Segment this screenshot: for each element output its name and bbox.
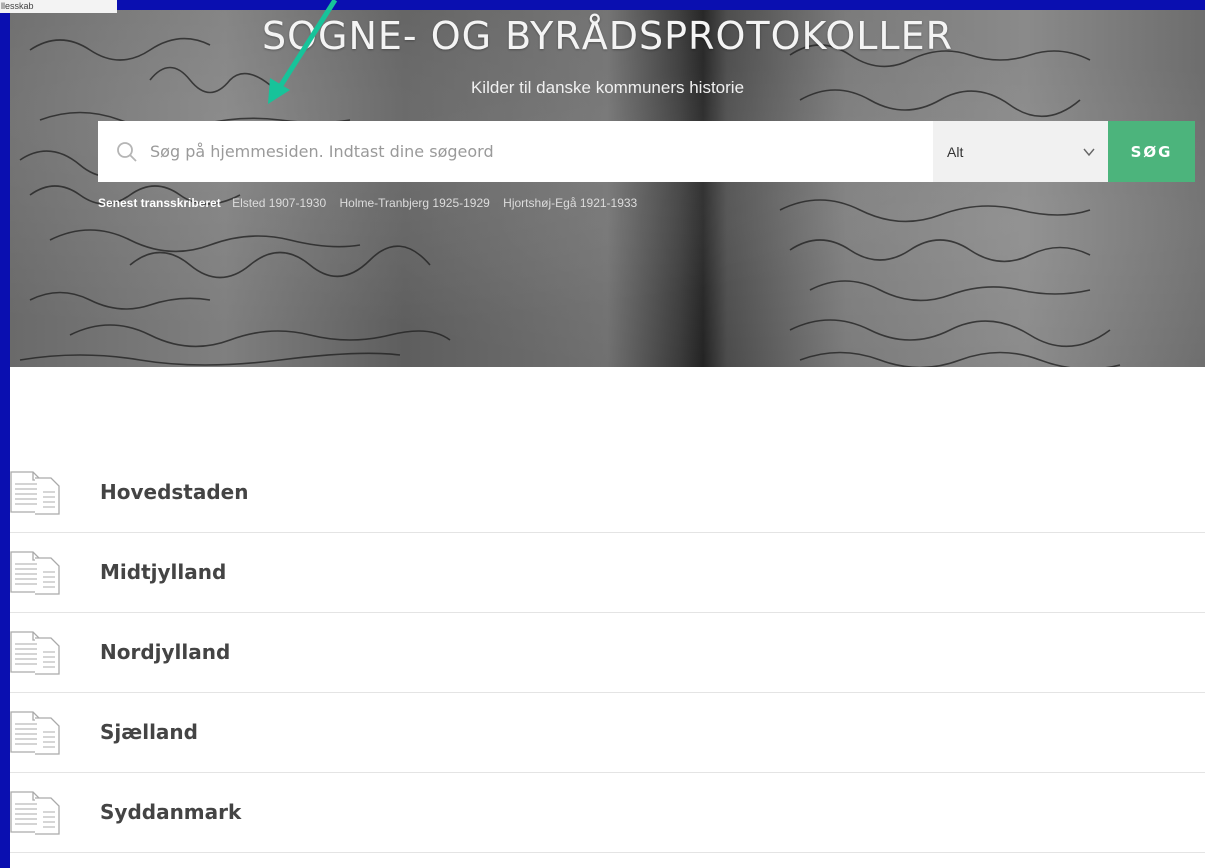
search-button[interactable]: SØG	[1108, 121, 1195, 182]
site-logo-fragment[interactable]: llesskab	[0, 0, 117, 13]
region-item-sjaelland[interactable]: Sjælland	[10, 692, 1205, 773]
handwritten-background	[19, 37, 1121, 367]
region-label: Nordjylland	[100, 640, 231, 664]
search-icon	[117, 141, 137, 162]
page-subtitle: Kilder til danske kommuners historie	[470, 78, 745, 97]
region-item-syddanmark[interactable]: Syddanmark	[10, 772, 1205, 853]
search-scope-value: Alt	[947, 143, 964, 160]
document-icon	[10, 471, 60, 515]
region-list: Hovedstaden Midtjylland Nordjylland Sjæl…	[10, 367, 1205, 868]
search-scope-select[interactable]: Alt	[933, 121, 1108, 182]
recent-link[interactable]: Hjortshøj-Egå 1921-1933	[503, 196, 637, 210]
region-item-hovedstaden[interactable]: Hovedstaden	[10, 452, 1205, 533]
document-icon	[10, 551, 60, 595]
recent-link[interactable]: Elsted 1907-1930	[232, 196, 326, 210]
region-label: Hovedstaden	[100, 480, 249, 504]
region-item-nordjylland[interactable]: Nordjylland	[10, 612, 1205, 693]
document-icon	[10, 631, 60, 675]
frame-top	[0, 0, 1205, 10]
search-field[interactable]	[98, 121, 933, 182]
region-label: Midtjylland	[100, 560, 227, 584]
recent-label: Senest transskriberet	[98, 196, 221, 210]
chevron-down-icon	[1083, 148, 1095, 156]
search-bar: Alt SØG	[98, 121, 1195, 182]
recently-transcribed: Senest transskriberet Elsted 1907-1930 H…	[98, 196, 647, 210]
recent-link[interactable]: Holme-Tranbjerg 1925-1929	[340, 196, 490, 210]
hero-banner: SOGNE- OG BYRÅDSPROTOKOLLER Kilder til d…	[10, 10, 1205, 367]
document-icon	[10, 711, 60, 755]
page-title: SOGNE- OG BYRÅDSPROTOKOLLER	[262, 14, 953, 58]
region-item-midtjylland[interactable]: Midtjylland	[10, 532, 1205, 613]
document-icon	[10, 791, 60, 835]
search-input[interactable]	[148, 141, 912, 162]
region-label: Syddanmark	[100, 800, 242, 824]
region-label: Sjælland	[100, 720, 198, 744]
